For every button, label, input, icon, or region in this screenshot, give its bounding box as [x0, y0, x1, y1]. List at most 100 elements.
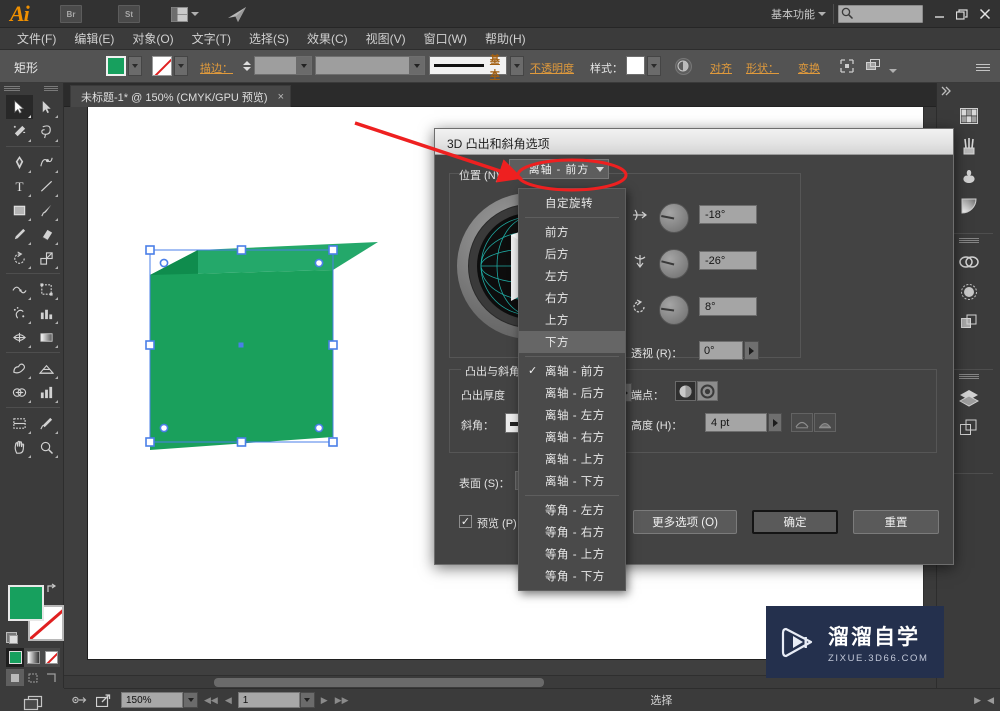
graphic-style-swatch[interactable] [626, 56, 645, 75]
preview-checkbox[interactable]: ✓ [459, 515, 472, 528]
status-menu-icon[interactable]: ▶ [974, 695, 981, 706]
color-panel-icon[interactable] [952, 101, 986, 131]
fill-color-well[interactable] [8, 585, 44, 621]
gradient-tool[interactable] [33, 325, 60, 349]
position-dropdown-menu[interactable]: 自定旋转 前方 后方 左方 右方 上方 下方 ✓ 离轴 - 前方 离轴 - 后方 离轴 - 左方 离轴… [518, 188, 626, 591]
stroke-weight-input[interactable] [254, 56, 312, 75]
stroke-color-control[interactable] [152, 56, 188, 76]
brush-chevron-down-icon[interactable] [510, 56, 524, 76]
draw-behind-icon[interactable] [24, 669, 42, 686]
last-artboard-button[interactable]: ▶▶ [335, 695, 349, 706]
recolor-artwork-icon[interactable] [675, 58, 692, 75]
restore-button[interactable] [951, 3, 973, 25]
dropdown-item[interactable]: 等角 - 上方 [519, 543, 625, 565]
panel-group-grip-3[interactable] [959, 374, 979, 381]
eyedropper-tool[interactable] [33, 411, 60, 435]
isolate-selection-icon[interactable] [840, 59, 854, 76]
draw-normal-icon[interactable] [6, 669, 24, 686]
brush-definition-select[interactable]: 基本 [429, 55, 507, 81]
dropdown-item[interactable]: 上方 [519, 309, 625, 331]
eraser-tool[interactable] [33, 222, 60, 246]
shape-builder-tool[interactable] [6, 380, 33, 404]
share-icon[interactable] [96, 693, 111, 707]
dropdown-item[interactable]: 离轴 - 左方 [519, 404, 625, 426]
stroke-profile-select[interactable] [315, 56, 425, 75]
line-segment-tool[interactable] [33, 174, 60, 198]
rotate-x-input[interactable]: -18° [699, 205, 757, 224]
zoom-chevron-down-icon[interactable] [183, 692, 198, 708]
next-artboard-button[interactable]: ▶ [321, 695, 328, 706]
default-fill-stroke-icon[interactable] [6, 632, 18, 644]
reset-button[interactable]: 重置 [853, 510, 939, 534]
fill-dropdown-arrow[interactable] [128, 56, 142, 76]
workspace-chevron-down-icon[interactable] [818, 12, 826, 16]
style-chevron-down-icon[interactable] [647, 56, 661, 76]
pen-tool[interactable] [6, 150, 33, 174]
swap-fill-stroke-icon[interactable] [46, 583, 58, 598]
bevel-height-input[interactable]: 4 pt [705, 413, 767, 432]
menu-item-3[interactable]: 文字(T) [183, 28, 240, 49]
transparency-panel-icon[interactable] [952, 277, 986, 307]
dropdown-item[interactable]: 离轴 - 右方 [519, 426, 625, 448]
links-panel-icon[interactable] [952, 247, 986, 277]
dropdown-item[interactable]: 下方 [519, 331, 625, 353]
cap-off-button[interactable] [697, 381, 718, 401]
menu-item-0[interactable]: 文件(F) [8, 28, 65, 49]
menu-item-4[interactable]: 选择(S) [240, 28, 298, 49]
rotate-y-row[interactable]: -26° [631, 247, 771, 279]
menu-item-1[interactable]: 编辑(E) [65, 28, 123, 49]
curvature-tool[interactable] [33, 150, 60, 174]
align-label[interactable]: 对齐 [710, 60, 732, 76]
dropdown-item[interactable]: 等角 - 下方 [519, 565, 625, 587]
first-artboard-button[interactable]: ◀◀ [204, 695, 218, 706]
rotate-z-row[interactable]: 8° [631, 293, 771, 325]
rotate-tool[interactable] [6, 246, 33, 270]
artboards-panel-icon[interactable] [952, 413, 986, 443]
artboard-nav-prev-group[interactable]: ◀◀ ◀ [204, 695, 232, 706]
stroke-none-swatch[interactable] [152, 56, 172, 76]
direct-selection-tool[interactable] [33, 95, 60, 119]
tools-panel-collapse-icon[interactable] [44, 85, 58, 93]
dropdown-item[interactable]: 离轴 - 下方 [519, 470, 625, 492]
position-select[interactable]: 离轴 - 前方 [509, 159, 609, 179]
slice-tool[interactable] [6, 411, 33, 435]
dropdown-item[interactable]: 前方 [519, 221, 625, 243]
dropdown-item[interactable]: 后方 [519, 243, 625, 265]
stroke-weight-stepper[interactable] [242, 56, 253, 76]
artboard-chevron-down-icon[interactable] [299, 692, 315, 708]
behance-icon[interactable] [222, 4, 252, 24]
gradient-mode[interactable] [24, 648, 42, 667]
stroke-weight-label[interactable]: 描边： [200, 60, 233, 76]
menu-item-2[interactable]: 对象(O) [123, 28, 182, 49]
align-panel-icon[interactable] [952, 307, 986, 337]
bevel-extent-in-button[interactable] [814, 413, 836, 432]
lasso-tool[interactable] [33, 119, 60, 143]
horizontal-scrollbar-thumb[interactable] [214, 678, 544, 687]
workspace-switcher-label[interactable]: 基本功能 [771, 6, 815, 22]
paintbrush-pencil-tool[interactable] [6, 222, 33, 246]
more-options-button[interactable]: 更多选项 (O) [633, 510, 737, 534]
rotate-z-dial[interactable] [659, 295, 689, 325]
stroke-profile-chevron-down-icon[interactable] [409, 57, 424, 74]
opacity-label[interactable]: 不透明度 [530, 60, 574, 76]
rotate-x-row[interactable]: -18° [631, 201, 771, 233]
change-screen-mode-icon[interactable] [21, 693, 45, 711]
width-tool[interactable] [6, 277, 33, 301]
menu-item-8[interactable]: 帮助(H) [476, 28, 535, 49]
rotate-z-input[interactable]: 8° [699, 297, 757, 316]
prev-artboard-button[interactable]: ◀ [225, 695, 232, 706]
stock-icon[interactable]: St [118, 5, 140, 23]
gradient-panel-icon[interactable] [952, 191, 986, 221]
stroke-dropdown-arrow[interactable] [174, 56, 188, 76]
rotate-y-input[interactable]: -26° [699, 251, 757, 270]
dropdown-item[interactable]: 等角 - 左方 [519, 499, 625, 521]
column-graph-tool[interactable] [33, 301, 60, 325]
draw-inside-icon[interactable] [42, 669, 60, 686]
status-resize-grip[interactable]: ◀ [987, 695, 994, 706]
rotate-x-dial[interactable] [659, 203, 689, 233]
dropdown-item[interactable]: 等角 - 右方 [519, 521, 625, 543]
ok-button[interactable]: 确定 [752, 510, 838, 534]
cap-on-button[interactable] [675, 381, 696, 401]
perspective-input[interactable]: 0° [699, 341, 743, 360]
panel-group-grip-2[interactable] [959, 238, 979, 245]
